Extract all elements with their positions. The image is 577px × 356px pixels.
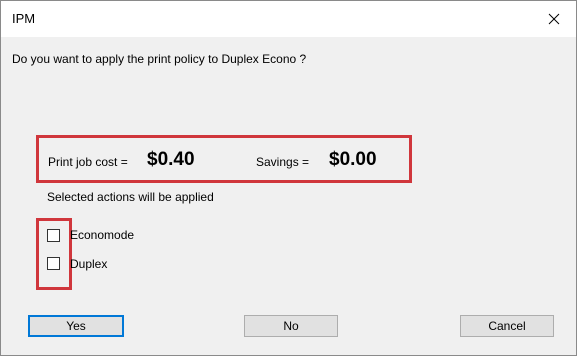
- print-job-cost-value: $0.40: [147, 149, 195, 170]
- no-button[interactable]: No: [244, 315, 338, 337]
- duplex-label[interactable]: Duplex: [70, 257, 107, 271]
- savings-label: Savings =: [256, 155, 310, 169]
- dialog-window: IPM Do you want to apply the print polic…: [0, 0, 577, 356]
- print-job-cost-label: Print job cost =: [48, 155, 128, 169]
- economode-checkbox[interactable]: [47, 229, 60, 242]
- selected-actions-label: Selected actions will be applied: [47, 190, 214, 204]
- dialog-question: Do you want to apply the print policy to…: [12, 52, 307, 66]
- duplex-checkbox[interactable]: [47, 257, 60, 270]
- close-icon: [548, 13, 560, 25]
- cancel-button[interactable]: Cancel: [460, 315, 554, 337]
- window-title: IPM: [12, 11, 36, 26]
- economode-label[interactable]: Economode: [70, 228, 134, 242]
- savings-value: $0.00: [329, 149, 377, 170]
- title-bar: IPM: [1, 1, 576, 37]
- yes-button[interactable]: Yes: [28, 315, 124, 337]
- close-button[interactable]: [532, 1, 576, 37]
